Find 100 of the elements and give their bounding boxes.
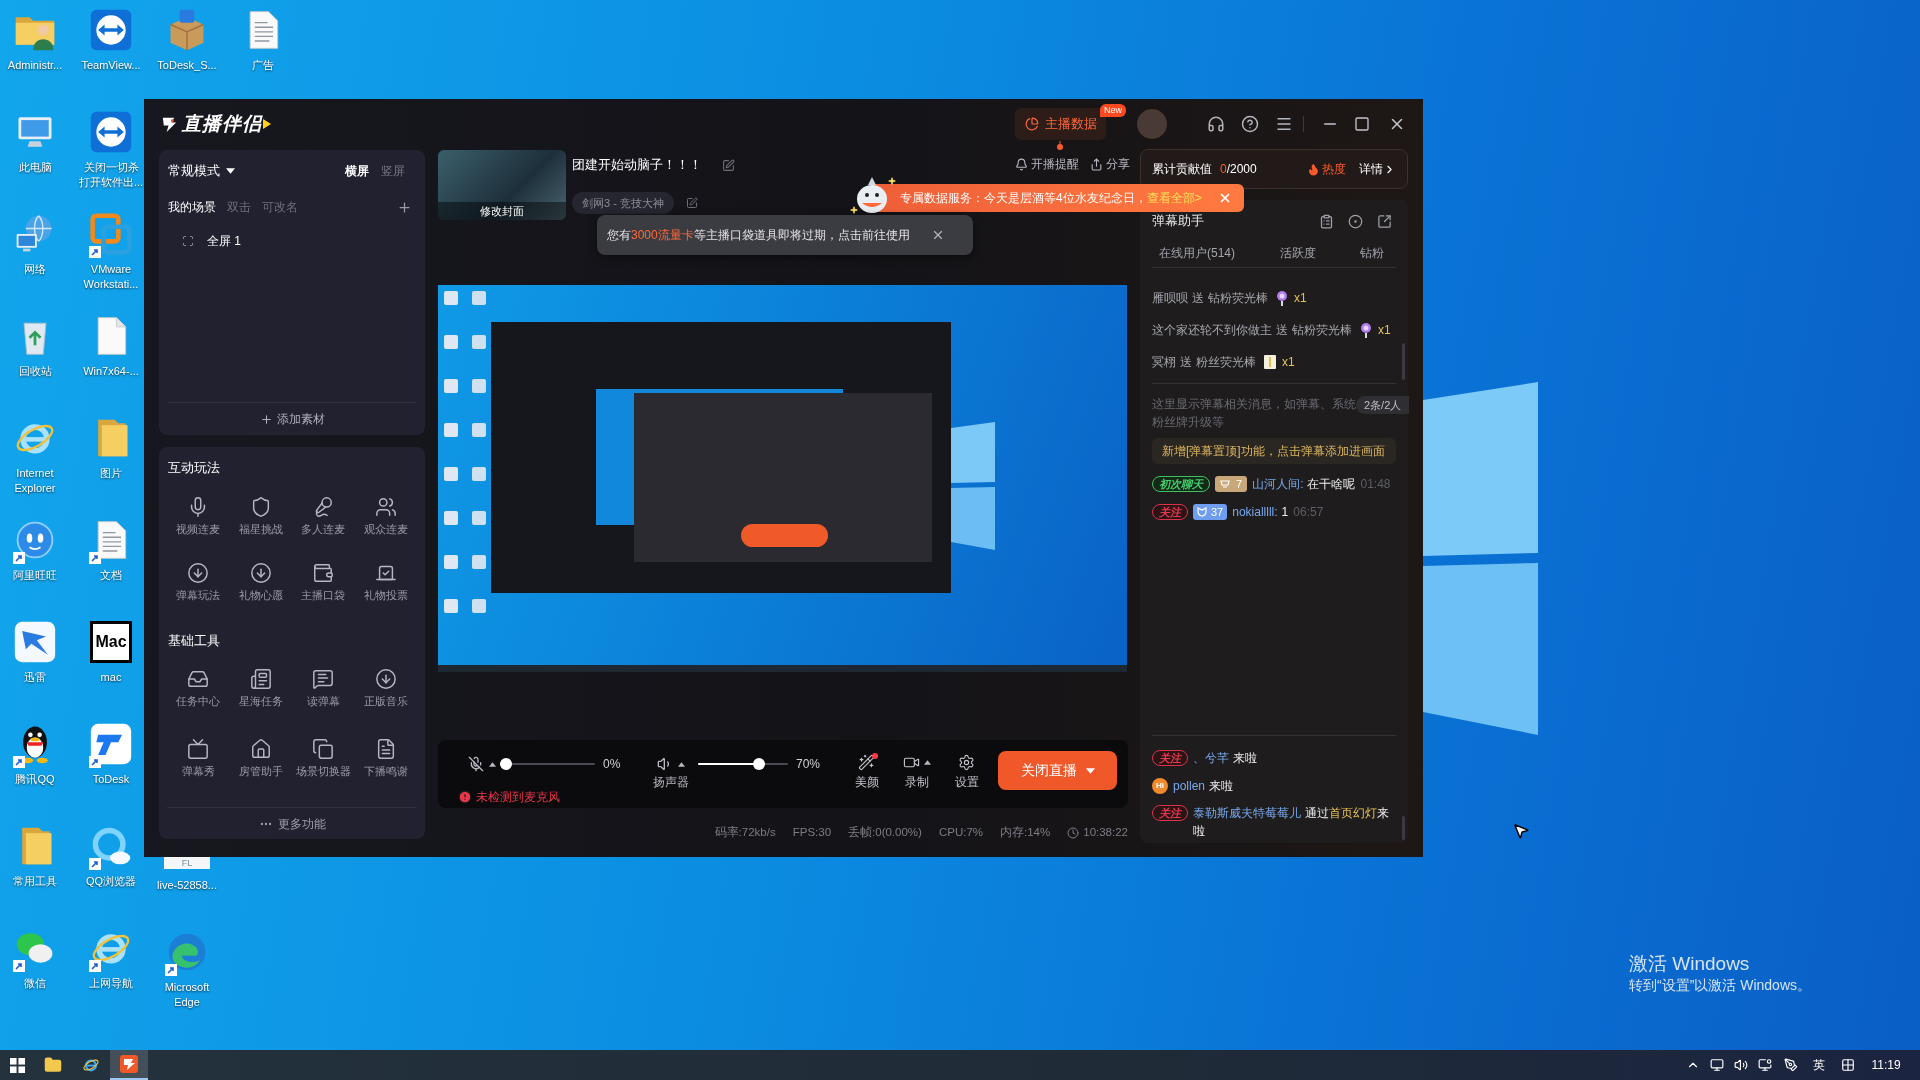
feature-button[interactable]: 多人连麦 <box>292 496 355 536</box>
feature-button[interactable]: 礼物投票 <box>354 562 417 602</box>
contribution-label: 累计贡献值 <box>1152 161 1212 178</box>
dropdown-caret-icon <box>1085 767 1095 774</box>
pen-icon[interactable] <box>1784 1058 1798 1072</box>
settings-icon <box>958 753 975 771</box>
chat-message: nokialllll: 1 <box>1232 504 1289 521</box>
add-icon[interactable] <box>397 199 412 215</box>
orientation-tab[interactable]: 竖屏 <box>381 162 405 180</box>
message-time: 01:48 <box>1360 476 1391 493</box>
microphone-muted-icon[interactable] <box>468 756 484 772</box>
monitor-dot-icon[interactable] <box>1757 1058 1772 1072</box>
panel-tab[interactable]: 活跃度 <box>1279 243 1316 262</box>
edit-icon[interactable] <box>722 158 735 172</box>
pie-chart-icon <box>1024 117 1039 131</box>
folder-icon <box>44 1056 62 1074</box>
feature-button[interactable]: 正版音乐 <box>354 668 417 708</box>
flame-icon <box>1307 162 1320 176</box>
feature-button[interactable]: 福星挑战 <box>229 496 292 536</box>
network-icon[interactable] <box>1710 1058 1724 1072</box>
panel-tab[interactable]: 在线用户(514) <box>1159 243 1235 262</box>
feature-button[interactable]: 星海任务 <box>229 668 292 708</box>
toolbar-button[interactable]: 设置 <box>944 740 989 789</box>
scrollbar-thumb <box>1402 343 1405 380</box>
toolbar-button[interactable]: 美颜 <box>844 740 889 789</box>
edit-icon[interactable] <box>685 197 698 209</box>
microphone-volume-slider[interactable] <box>500 758 595 770</box>
share-button[interactable]: 分享 <box>1090 155 1130 173</box>
gift-message: 雁呗呗 送 钻粉荧光棒 <box>1152 290 1268 307</box>
tv-icon <box>187 738 210 760</box>
feature-button[interactable]: 视频连麦 <box>167 496 230 536</box>
grid-icon[interactable] <box>1841 1058 1855 1072</box>
speaker-label: 扬声器 <box>653 775 689 789</box>
cup-icon <box>1220 480 1230 488</box>
taskbar-clock[interactable]: 11:19 <box>1863 1056 1909 1074</box>
house-icon <box>249 738 272 760</box>
add-source-button[interactable]: 添加素材 <box>168 403 416 435</box>
feature-button[interactable]: 场景切换器 <box>292 738 355 778</box>
category-tag: 剑网3 - 竞技大神 <box>572 192 674 214</box>
message-counter: 2条/2人 <box>1356 396 1410 414</box>
gift-message: 冥栩 送 粉丝荧光棒 <box>1152 354 1256 371</box>
close-icon[interactable] <box>931 228 945 242</box>
frame-corners-icon <box>182 235 194 247</box>
panel-tab[interactable]: 钻粉 <box>1360 243 1384 262</box>
headset-icon[interactable] <box>1207 115 1225 133</box>
hint-text: 这里显示弹幕相关消息，如弹幕、系统 <box>1152 397 1356 413</box>
copy-icon <box>312 738 335 760</box>
help-icon[interactable] <box>1241 115 1259 133</box>
file-thumbnail: FL <box>164 857 210 869</box>
pop-out-icon[interactable] <box>1377 213 1392 229</box>
heat-button[interactable]: 热度 <box>1307 160 1346 178</box>
list-icon[interactable] <box>1319 213 1334 229</box>
stats-item: 内存:14% <box>1000 825 1051 841</box>
double-arrow-tile-icon <box>89 110 133 154</box>
stop-live-button[interactable]: 关闭直播 <box>998 751 1117 790</box>
app-logo-icon <box>120 1055 138 1073</box>
orientation-tab[interactable]: 横屏 <box>345 162 369 180</box>
section-title: 基础工具 <box>167 632 221 649</box>
scene-item[interactable]: 全屏 1 <box>168 232 416 250</box>
feature-button[interactable]: 房管助手 <box>229 738 292 778</box>
feature-button[interactable]: 礼物心愿 <box>229 562 292 602</box>
slider-thumb[interactable] <box>500 758 512 770</box>
speaker-volume-slider[interactable] <box>698 758 788 770</box>
slider-thumb[interactable] <box>752 758 765 770</box>
feature-button[interactable]: 主播口袋 <box>292 562 355 602</box>
edit-cover-button[interactable]: 修改封面 <box>438 202 566 220</box>
activation-title: 激活 Windows <box>1629 952 1751 976</box>
details-button[interactable]: 详情 <box>1359 160 1396 178</box>
feature-button[interactable]: 任务中心 <box>167 668 230 708</box>
input-language[interactable]: 英 <box>1805 1056 1833 1074</box>
ring-dot-icon[interactable] <box>1348 213 1363 229</box>
feature-button[interactable]: 读弹幕 <box>292 668 355 708</box>
feature-button[interactable]: 弹幕玩法 <box>167 562 230 602</box>
feature-button[interactable]: 弹幕秀 <box>167 738 230 778</box>
glow-card-icon <box>1262 354 1278 370</box>
glow-stick-icon <box>1358 322 1374 338</box>
menu-icon[interactable] <box>1275 115 1293 133</box>
more-features-button[interactable]: 更多功能 <box>167 808 417 839</box>
toolbar-button[interactable]: 录制 <box>894 740 939 789</box>
stats-item: 丢帧:0(0.00%) <box>848 825 922 841</box>
scrollbar-thumb <box>1402 816 1405 840</box>
clock-icon <box>1067 827 1080 839</box>
download-circle-icon <box>187 562 210 584</box>
remind-button[interactable]: 开播提醒 <box>1015 155 1079 173</box>
maximize-icon[interactable] <box>1354 116 1370 132</box>
new-badge: New <box>1100 104 1126 117</box>
message-icon <box>312 668 335 690</box>
volume-icon[interactable] <box>1733 1058 1748 1072</box>
sparkle-icon <box>850 206 858 214</box>
feature-notice: 新增[弹幕置顶]功能，点击弹幕添加进画面 <box>1152 438 1396 464</box>
follow-tag: 关注 <box>1152 504 1188 520</box>
feature-button[interactable]: 下播鸣谢 <box>354 738 417 778</box>
mode-dropdown[interactable]: 常规模式 <box>168 161 235 181</box>
medal-level: 7 <box>1236 478 1243 490</box>
alert-icon <box>458 790 472 804</box>
magic-wand-icon <box>858 753 875 771</box>
live-duration: 10:38:22 <box>1083 825 1128 841</box>
feature-button[interactable]: 观众连麦 <box>354 496 417 536</box>
taskbar-app-button[interactable] <box>110 1050 148 1080</box>
play-triangle-icon <box>263 119 271 129</box>
